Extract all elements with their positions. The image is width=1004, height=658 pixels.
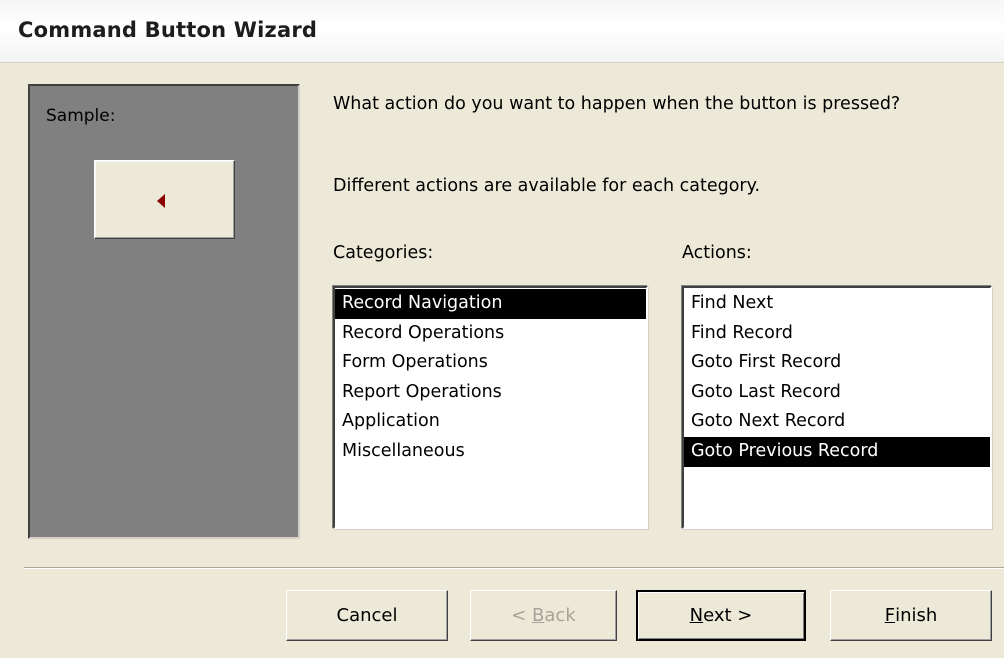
finish-button-access-key: F: [884, 605, 896, 626]
category-item-form-operations[interactable]: Form Operations: [335, 348, 646, 378]
back-button-prefix: <: [511, 605, 533, 626]
cancel-button[interactable]: Cancel: [286, 590, 448, 641]
title-bar: Command Button Wizard: [0, 0, 1004, 63]
back-button-label-rest: ack: [544, 605, 576, 626]
finish-button-label-rest: inish: [895, 605, 938, 626]
category-item-report-operations[interactable]: Report Operations: [335, 378, 646, 408]
sample-panel: Sample:: [28, 84, 300, 539]
action-item-goto-first-record[interactable]: Goto First Record: [684, 348, 990, 378]
window-title: Command Button Wizard: [18, 18, 318, 42]
action-item-goto-last-record[interactable]: Goto Last Record: [684, 378, 990, 408]
category-item-record-navigation[interactable]: Record Navigation: [335, 289, 646, 319]
action-item-find-record[interactable]: Find Record: [684, 319, 990, 349]
prompt-hint: Different actions are available for each…: [333, 176, 761, 196]
sample-label: Sample:: [46, 106, 116, 126]
actions-label: Actions:: [682, 243, 752, 263]
back-button-access-key: B: [532, 605, 545, 626]
category-item-miscellaneous[interactable]: Miscellaneous: [335, 437, 646, 467]
category-item-record-operations[interactable]: Record Operations: [335, 319, 646, 349]
cancel-button-label: Cancel: [336, 605, 398, 626]
sample-button-preview: [94, 160, 235, 239]
prompt-question: What action do you want to happen when t…: [333, 94, 901, 114]
action-item-goto-next-record[interactable]: Goto Next Record: [684, 407, 990, 437]
next-button[interactable]: Next >: [636, 590, 806, 641]
action-item-goto-previous-record[interactable]: Goto Previous Record: [684, 436, 990, 467]
categories-listbox[interactable]: Record Navigation Record Operations Form…: [333, 286, 648, 529]
command-button-wizard-window: Command Button Wizard Sample: What actio…: [0, 0, 1004, 658]
finish-button[interactable]: Finish: [830, 590, 992, 641]
back-button[interactable]: < Back: [470, 590, 617, 641]
actions-listbox[interactable]: Find Next Find Record Goto First Record …: [682, 286, 992, 529]
next-button-access-key: N: [689, 605, 704, 626]
categories-label: Categories:: [333, 243, 434, 263]
left-arrow-icon: [157, 194, 165, 208]
category-item-application[interactable]: Application: [335, 407, 646, 437]
next-button-label-rest: ext >: [703, 605, 753, 626]
action-item-find-next[interactable]: Find Next: [684, 289, 990, 319]
separator-line: [24, 567, 1004, 569]
